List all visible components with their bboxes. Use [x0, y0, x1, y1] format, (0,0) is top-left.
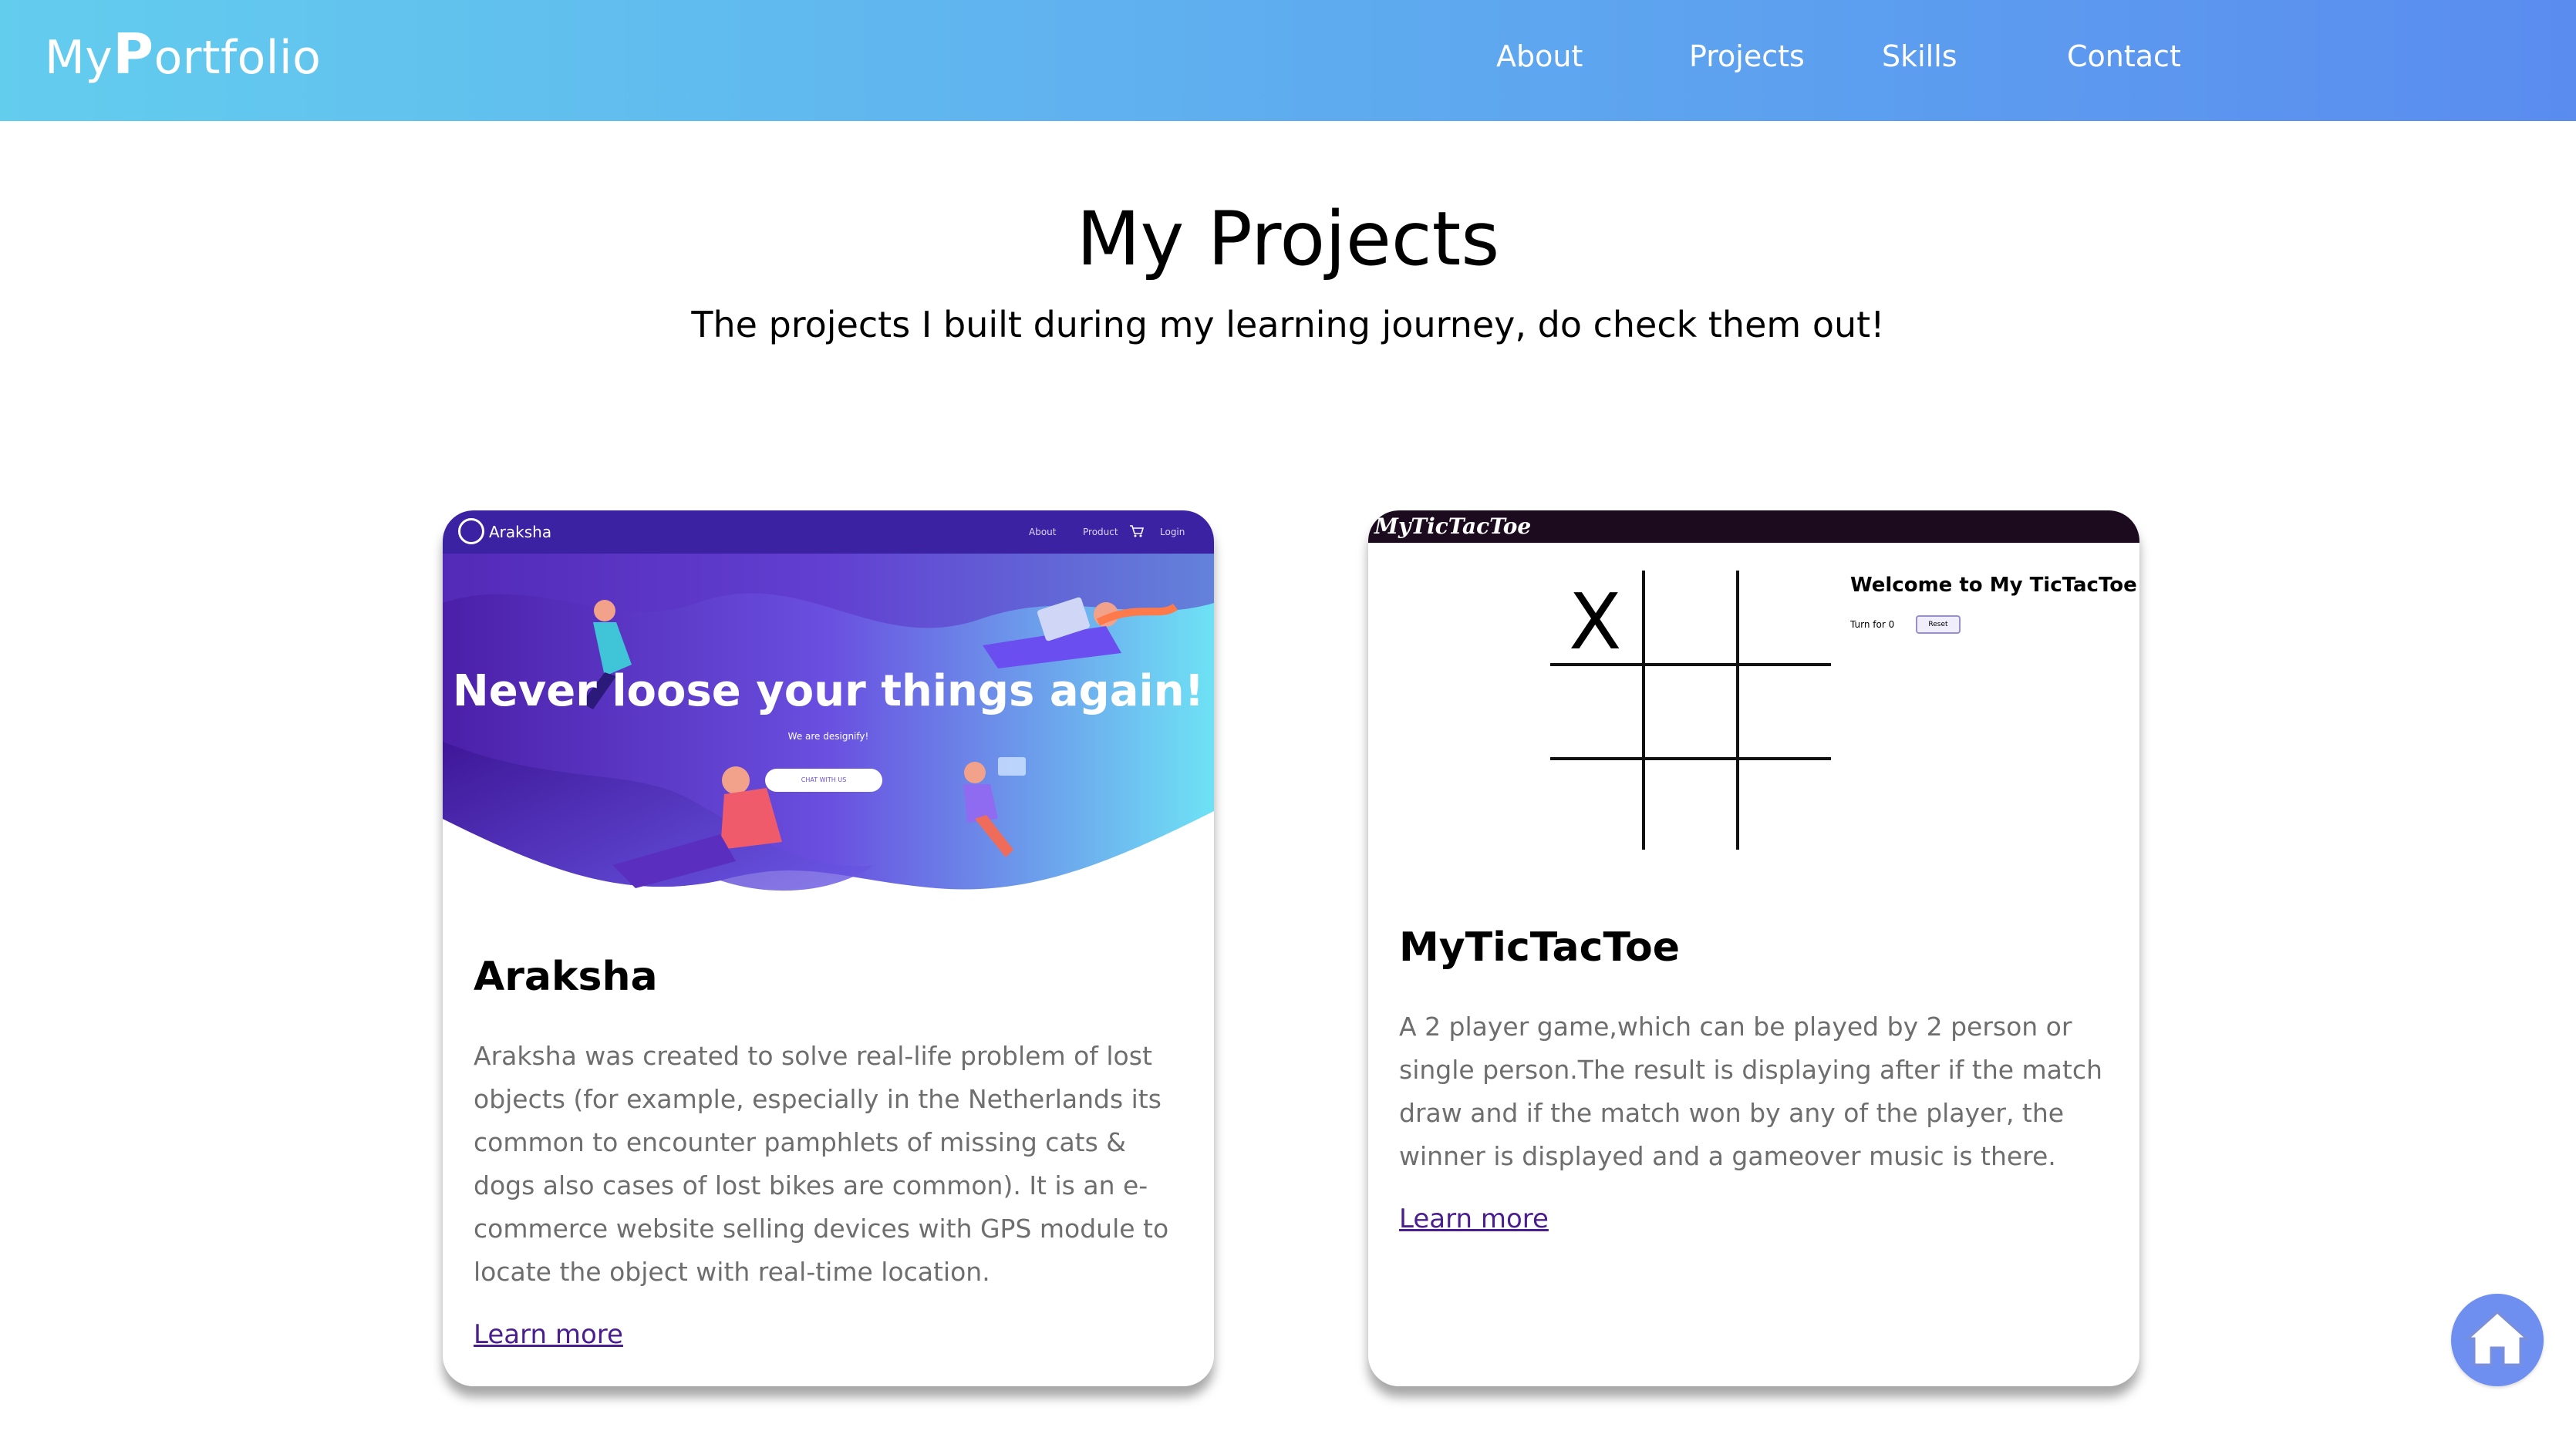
- araksha-nav-product: Product: [1083, 527, 1118, 537]
- cart-icon: [1130, 525, 1145, 537]
- learn-more-link-araksha[interactable]: Learn more: [474, 1315, 623, 1354]
- tictactoe-card-body: MyTicTacToe A 2 player game,which can be…: [1399, 921, 2109, 1238]
- araksha-brand: Araksha: [489, 523, 552, 541]
- project-description: A 2 player game,which can be played by 2…: [1399, 1012, 2102, 1171]
- araksha-card-body: Araksha Araksha was created to solve rea…: [474, 950, 1183, 1354]
- araksha-chat-button: CHAT WITH US: [765, 769, 882, 792]
- logo-letter-p: P: [113, 22, 154, 86]
- araksha-preview-image: Araksha About Product Login Never loose …: [443, 510, 1214, 904]
- logo-prefix: My: [45, 31, 113, 85]
- home-icon: [2465, 1310, 2530, 1366]
- project-description: Araksha was created to solve real-life p…: [474, 1041, 1169, 1287]
- learn-more-link-mytictactoe[interactable]: Learn more: [1399, 1200, 1549, 1238]
- nav-skills[interactable]: Skills: [1882, 37, 1957, 76]
- section-subtitle: The projects I built during my learning …: [691, 304, 1885, 345]
- araksha-preview-navbar: Araksha About Product Login: [443, 510, 1214, 554]
- araksha-logo-icon: [458, 518, 484, 544]
- nav-projects[interactable]: Projects: [1689, 37, 1805, 76]
- logo-suffix: ortfolio: [153, 31, 322, 85]
- project-card-araksha: Araksha About Product Login Never loose …: [443, 510, 1214, 1386]
- araksha-nav-about: About: [1029, 527, 1057, 537]
- project-card-mytictactoe: MyTicTacToe X Welcome to My TicTacToe Tu…: [1368, 510, 2139, 1386]
- araksha-hero-subtitle: We are designify!: [787, 731, 869, 742]
- tictactoe-board: [1550, 571, 1831, 850]
- tictactoe-reset-button: Reset: [1916, 615, 1961, 634]
- project-title: Araksha: [474, 954, 658, 1000]
- tictactoe-welcome-text: Welcome to My TicTacToe: [1850, 574, 2137, 597]
- tictactoe-x-mark: X: [1569, 577, 1622, 667]
- site-logo[interactable]: MyPortfolio: [45, 23, 321, 89]
- top-navbar: MyPortfolio About Projects Skills Contac…: [0, 0, 2576, 121]
- araksha-hero-title: Never loose your things again!: [452, 666, 1205, 716]
- araksha-nav-login: Login: [1160, 527, 1185, 537]
- project-title: MyTicTacToe: [1399, 924, 1680, 971]
- tictactoe-turn-text: Turn for 0: [1850, 619, 1895, 630]
- nav-contact[interactable]: Contact: [2067, 37, 2181, 76]
- nav-about[interactable]: About: [1496, 37, 1583, 76]
- tictactoe-preview-image: MyTicTacToe X Welcome to My TicTacToe Tu…: [1368, 510, 2139, 865]
- section-title: My Projects: [1076, 196, 1500, 282]
- home-button[interactable]: [2451, 1294, 2544, 1386]
